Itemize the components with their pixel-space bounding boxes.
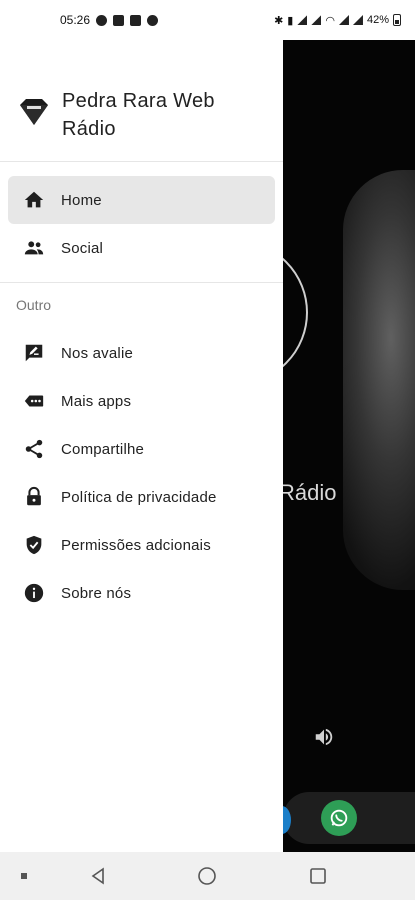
status-bar: 05:26 ✱ ▮ ◠ 42%: [0, 0, 415, 40]
system-navigation-bar: [0, 852, 415, 900]
signal-icon: [311, 15, 322, 25]
menu-item-label: Sobre nós: [61, 584, 132, 602]
drawer-header: Pedra Rara Web Rádio: [0, 40, 283, 162]
signal-icon: [352, 15, 363, 25]
dot-icon: [21, 873, 27, 879]
menu-item-label: Política de privacidade: [61, 488, 217, 506]
menu-item-label: Social: [61, 239, 104, 257]
vibrate-icon: ▮: [287, 14, 294, 27]
battery-icon: [393, 14, 401, 26]
info-icon: [23, 582, 45, 604]
whatsapp-icon: [330, 809, 348, 827]
menu-item-privacy[interactable]: Política de privacidade: [8, 473, 275, 521]
menu-item-home[interactable]: Home: [8, 176, 275, 224]
status-right: ✱ ▮ ◠ 42%: [274, 14, 401, 27]
background-artwork: [343, 170, 415, 590]
menu-item-social[interactable]: Social: [8, 224, 275, 272]
home-icon: [23, 189, 45, 211]
secondary-menu: Nos avalie Mais apps Compartilhe Polític…: [0, 321, 283, 617]
battery-percent: 42%: [366, 14, 389, 26]
menu-item-label: Home: [61, 191, 102, 209]
background-title-fragment: Rádio: [283, 480, 337, 505]
notification-icon: [113, 14, 125, 26]
back-icon[interactable]: [88, 866, 108, 886]
signal-icon: [338, 15, 349, 25]
menu-item-rate[interactable]: Nos avalie: [8, 329, 275, 377]
status-time: 05:26: [60, 13, 91, 27]
bluetooth-icon: ✱: [274, 14, 284, 27]
notification-icon: [96, 14, 108, 26]
home-nav-icon[interactable]: [197, 866, 217, 886]
more-apps-icon: [23, 390, 45, 412]
menu-item-label: Nos avalie: [61, 344, 134, 362]
notification-icon: [147, 14, 159, 26]
notification-icon: [130, 14, 142, 26]
menu-item-about[interactable]: Sobre nós: [8, 569, 275, 617]
menu-item-label: Compartilhe: [61, 440, 145, 458]
play-ring: [283, 240, 308, 385]
lock-icon: [23, 486, 45, 508]
app-name: Pedra Rara Web Rádio: [62, 90, 215, 140]
section-label: Outro: [16, 297, 52, 313]
menu-item-permissions[interactable]: Permissões adcionais: [8, 521, 275, 569]
menu-item-more-apps[interactable]: Mais apps: [8, 377, 275, 425]
recents-icon[interactable]: [308, 866, 328, 886]
whatsapp-button[interactable]: [321, 800, 357, 836]
navigation-drawer: Pedra Rara Web Rádio Home Social Outro N…: [0, 40, 283, 852]
wifi-icon: ◠: [325, 14, 335, 27]
status-left: 05:26: [60, 13, 159, 27]
signal-icon: [297, 15, 308, 25]
menu-item-share[interactable]: Compartilhe: [8, 425, 275, 473]
menu-item-label: Permissões adcionais: [61, 536, 211, 554]
primary-menu: Home Social: [0, 162, 283, 272]
shield-check-icon: [23, 534, 45, 556]
volume-icon[interactable]: [313, 726, 335, 748]
people-icon: [23, 237, 45, 259]
diamond-logo-icon: [20, 99, 48, 125]
background-app[interactable]: Rádio: [283, 40, 415, 852]
rate-review-icon: [23, 342, 45, 364]
share-icon: [23, 438, 45, 460]
menu-item-label: Mais apps: [61, 392, 132, 410]
